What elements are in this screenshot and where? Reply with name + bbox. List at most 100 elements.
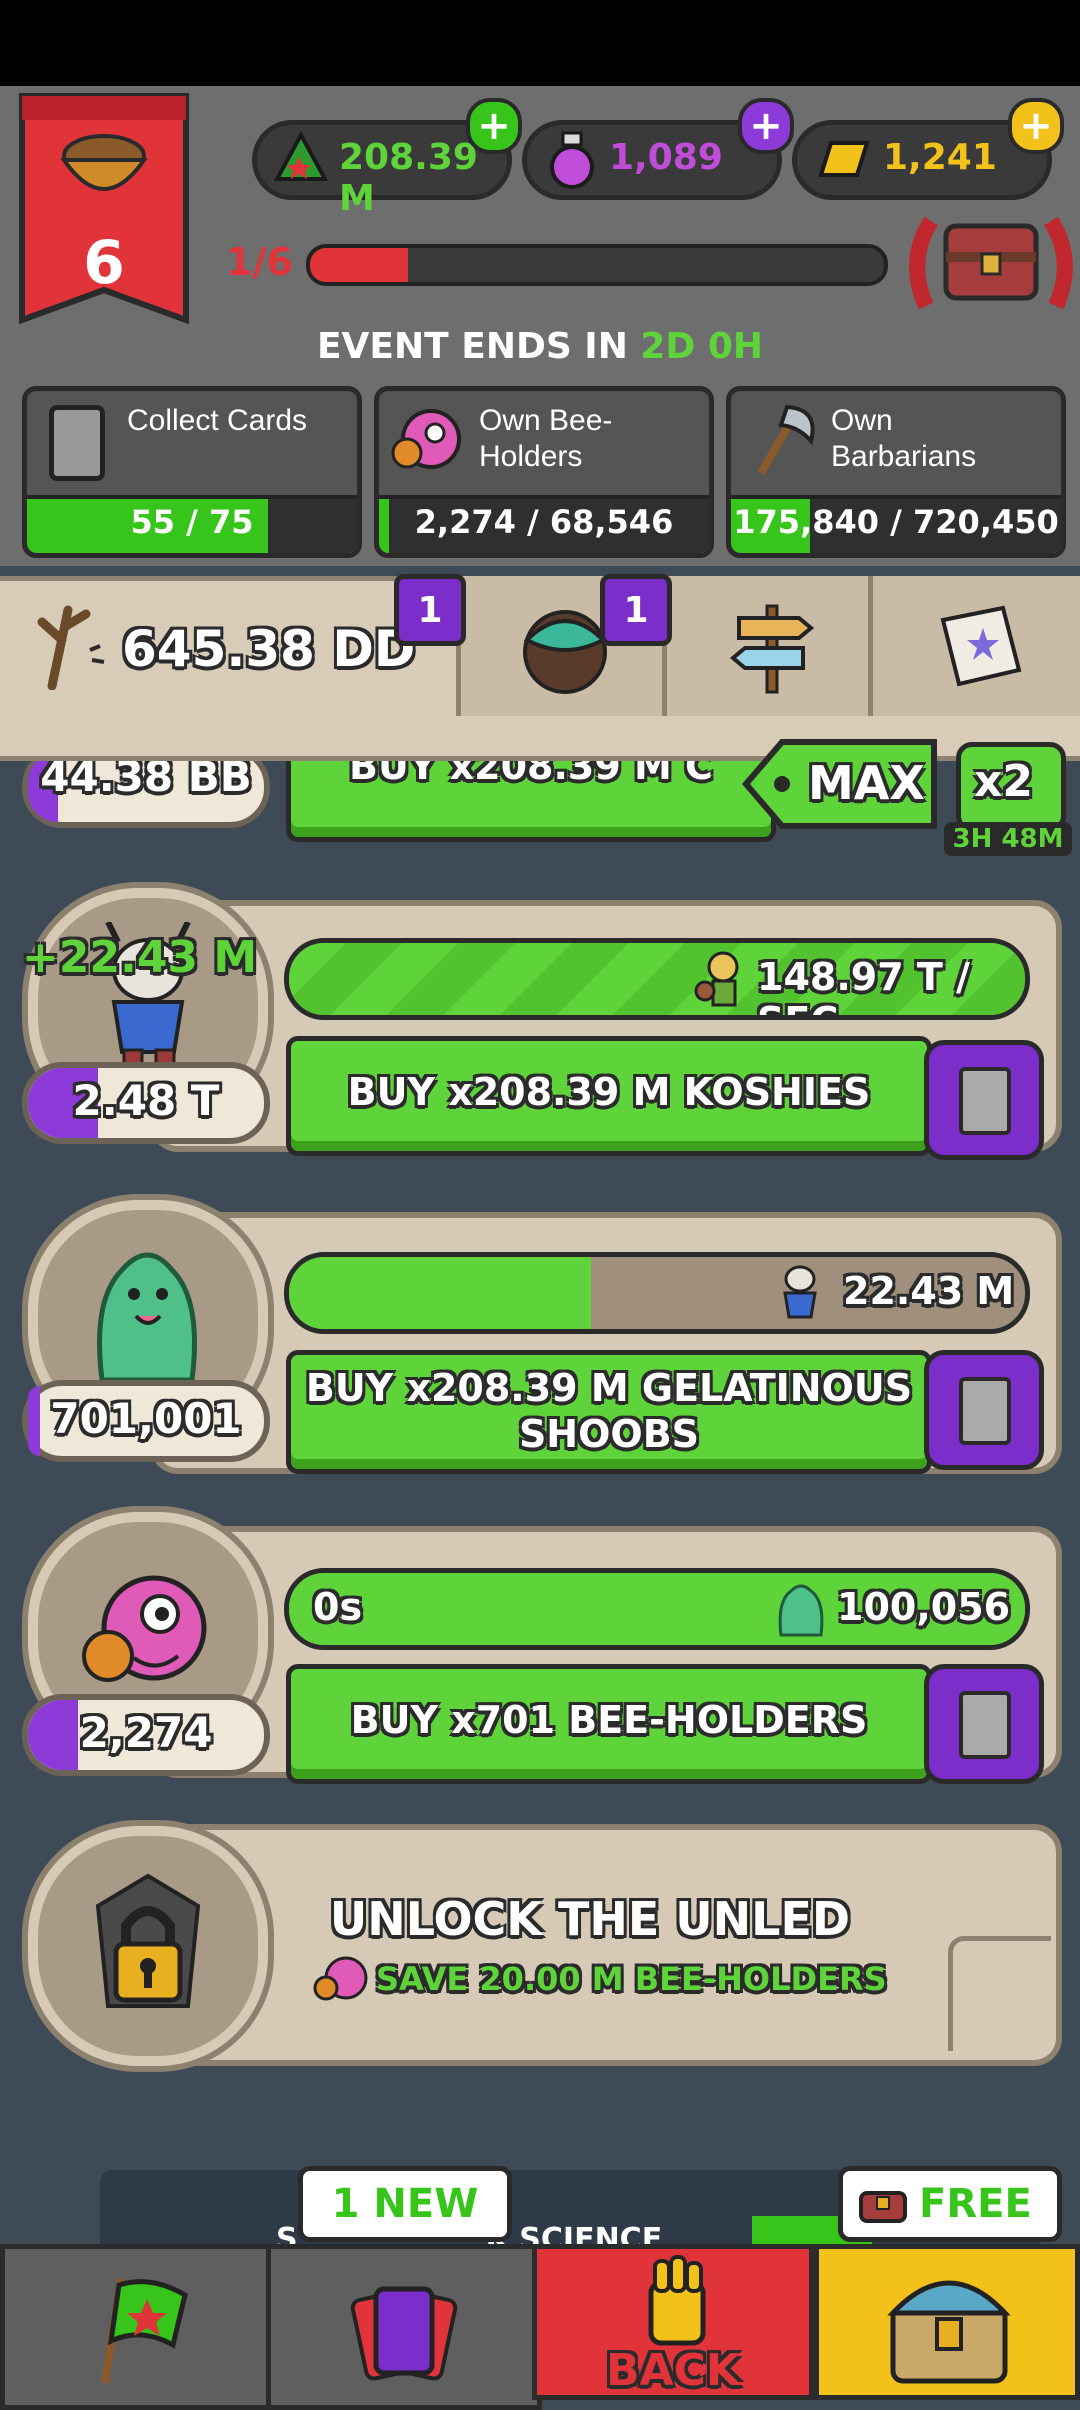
- level-progress-label: 1/6: [226, 240, 293, 284]
- axe-icon: [757, 404, 815, 476]
- unit-count-value: 2.48 T: [72, 1076, 220, 1125]
- task-progress: 2,274 / 68,546: [379, 495, 709, 553]
- buy-koshies-button[interactable]: BUY x208.39 M KOSHIES: [286, 1036, 932, 1156]
- card-icon: [959, 1691, 1011, 1759]
- max-button[interactable]: MAX: [742, 736, 940, 832]
- chest-reward[interactable]: [906, 206, 1076, 316]
- boost-label: x2: [974, 756, 1033, 807]
- back-button[interactable]: BACK: [532, 2244, 814, 2400]
- card-icon: [959, 1067, 1011, 1135]
- add-gold-button[interactable]: +: [1008, 98, 1064, 154]
- task-progress-label: 175,840 / 720,450: [733, 503, 1059, 541]
- unit-count: 2,274: [22, 1694, 270, 1776]
- resource-slot-3[interactable]: [868, 576, 1080, 716]
- unit-bonus: +22.43 M: [22, 932, 258, 983]
- slot-badge-2: 1: [600, 574, 672, 646]
- unit-count: 2.48 T: [22, 1062, 270, 1144]
- max-label: MAX: [808, 756, 925, 810]
- buy-label-line-1: BUY x208.39 M GELATINOUS: [305, 1366, 913, 1410]
- fist-icon: [648, 2255, 706, 2346]
- treasure-chest-icon: [909, 216, 1073, 310]
- buy-bee-holders-button[interactable]: BUY x701 BEE-HOLDERS: [286, 1664, 932, 1784]
- task-collect-cards[interactable]: Collect Cards 55 / 75: [22, 386, 362, 558]
- potion-amount: 1,089: [609, 137, 723, 178]
- card-icon: [49, 405, 105, 481]
- locked-row-corner: [948, 1936, 1051, 2051]
- shoob-icon: [97, 1252, 197, 1383]
- cabbage-icon: [523, 610, 607, 694]
- task-own-barbarians[interactable]: Own Barbarians 175,840 / 720,450: [726, 386, 1066, 558]
- unit-rate-bar: 22.43 M: [284, 1252, 1030, 1334]
- resource-amount: 645.38 DD: [122, 620, 416, 678]
- back-label: BACK: [606, 2345, 740, 2396]
- bee-holder-icon: [391, 409, 461, 469]
- unit-rate: 148.97 T / SEC: [757, 955, 970, 1015]
- flag-icon: [101, 2278, 188, 2384]
- task-progress: 175,840 / 720,450: [731, 495, 1061, 553]
- nav-flag-button[interactable]: [0, 2244, 276, 2410]
- shoob-small-icon: [778, 1584, 824, 1637]
- task-progress-label: 55 / 75: [130, 503, 254, 541]
- nav-cards-button[interactable]: [266, 2244, 542, 2410]
- task-progress-label: 2,274 / 68,546: [414, 503, 674, 541]
- locked-portrait[interactable]: [28, 1826, 268, 2066]
- resource-slot-2[interactable]: [662, 576, 873, 716]
- lock-icon: [95, 1873, 201, 2008]
- boost-timer: 3H 48M: [944, 822, 1072, 856]
- unit-rate: 100,056: [837, 1585, 1011, 1629]
- unit-card-button[interactable]: [924, 1040, 1044, 1160]
- free-label: FREE: [919, 2181, 1032, 2227]
- unit-time: 0s: [313, 1585, 363, 1629]
- unit-card-button[interactable]: [924, 1664, 1044, 1784]
- level-number: 6: [83, 228, 125, 298]
- mini-chest-icon: [859, 2191, 907, 2223]
- branch-icon: [37, 605, 105, 690]
- chest-icon: [887, 2280, 1011, 2384]
- nav-chest-button[interactable]: [814, 2244, 1080, 2400]
- level-progress-fill: [310, 248, 408, 282]
- unit-rate: 22.43 M: [843, 1269, 1015, 1313]
- potion-icon: [550, 131, 594, 189]
- level-banner[interactable]: 6: [18, 90, 190, 330]
- cards-icon: [350, 2286, 458, 2381]
- goblin-icon: [694, 951, 739, 1007]
- buy-label: BUY x701 BEE-HOLDERS: [350, 1698, 868, 1742]
- koshie-small-icon: [783, 1265, 817, 1319]
- buy-label-line-2: SHOOBS: [518, 1412, 700, 1456]
- event-timer: EVENT ENDS IN 2D 0H: [0, 326, 1080, 367]
- unit-count-value: 701,001: [50, 1394, 242, 1443]
- wizard-hat-icon: [273, 131, 329, 181]
- bee-holder-icon: [82, 1575, 207, 1682]
- task-title: Collect Cards: [127, 404, 308, 437]
- slot-badge-1: 1: [394, 574, 466, 646]
- buy-shoobs-button[interactable]: BUY x208.39 M GELATINOUS SHOOBS: [286, 1350, 932, 1474]
- boost-button[interactable]: x2 3H 48M: [944, 740, 1072, 860]
- gold-amount: 1,241: [883, 137, 997, 178]
- task-own-bee-holders[interactable]: Own Bee- Holders 2,274 / 68,546: [374, 386, 714, 558]
- unit-count: 701,001: [22, 1380, 270, 1462]
- card-icon: [959, 1377, 1011, 1445]
- bee-holder-small-icon: [313, 1956, 368, 2001]
- task-progress: 55 / 75: [27, 495, 357, 553]
- unit-count-value: 2,274: [79, 1708, 213, 1757]
- task-title: Own Bee- Holders: [479, 404, 613, 473]
- status-bar: [0, 0, 1080, 86]
- locked-title: UNLOCK THE UNLED: [329, 1892, 851, 1946]
- bowl-icon: [60, 134, 148, 191]
- add-potion-button[interactable]: +: [738, 98, 794, 154]
- signpost-icon: [729, 604, 815, 694]
- scroll-map-icon: [940, 605, 1022, 687]
- gold-bar-icon: [818, 141, 870, 177]
- unit-rate-bar: 148.97 T / SEC: [284, 938, 1030, 1020]
- task-title: Own Barbarians: [831, 404, 977, 473]
- event-prefix: EVENT ENDS IN: [316, 326, 628, 367]
- free-tag: FREE: [838, 2166, 1062, 2242]
- new-tag: 1 NEW: [298, 2166, 512, 2242]
- buy-label: BUY x208.39 M KOSHIES: [347, 1070, 871, 1114]
- add-green-button[interactable]: +: [466, 98, 522, 154]
- event-time: 2D 0H: [640, 326, 764, 367]
- unit-card-button[interactable]: [924, 1350, 1044, 1470]
- rate-bar-fill: [289, 1257, 591, 1329]
- level-progress-bar: [306, 244, 888, 286]
- locked-subtitle: SAVE 20.00 M BEE-HOLDERS: [376, 1960, 887, 1998]
